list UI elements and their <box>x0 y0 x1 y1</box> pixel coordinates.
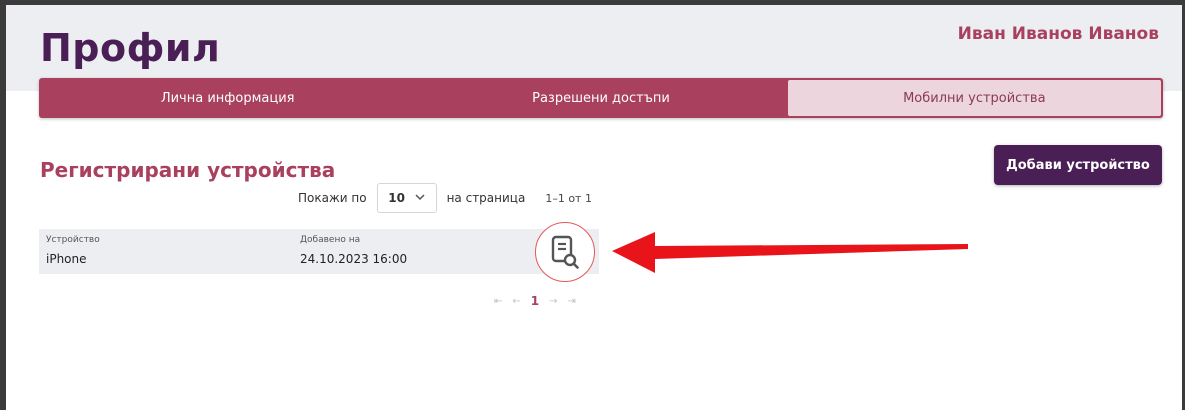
added-value: 24.10.2023 16:00 <box>300 252 408 266</box>
user-name[interactable]: Иван Иванов Иванов <box>958 24 1159 44</box>
chevron-down-icon <box>415 193 425 204</box>
page-range: 1–1 от 1 <box>545 191 592 205</box>
section-title: Регистрирани устройства <box>40 158 336 182</box>
device-column-label: Устройство <box>46 235 100 245</box>
red-arrow-icon <box>612 232 968 273</box>
show-per-page-label: Покажи по <box>298 191 367 205</box>
table-row: Устройство iPhone Добавено на 24.10.2023… <box>39 229 599 274</box>
next-page-icon[interactable]: → <box>549 296 557 307</box>
device-value: iPhone <box>46 252 87 266</box>
tab-bar: Лична информация Разрешени достъпи Мобил… <box>39 78 1163 118</box>
first-page-icon[interactable]: ⇤ <box>494 296 502 307</box>
tab-personal-info[interactable]: Лична информация <box>41 80 414 116</box>
added-cell: Добавено на 24.10.2023 16:00 <box>300 235 407 266</box>
last-page-icon[interactable]: ⇥ <box>568 296 576 307</box>
view-device-button[interactable] <box>535 222 595 282</box>
current-page[interactable]: 1 <box>531 294 539 308</box>
add-device-button[interactable]: Добави устройство <box>994 145 1162 185</box>
prev-page-icon[interactable]: ← <box>512 296 520 307</box>
per-page-select[interactable]: 10 <box>376 183 437 213</box>
tab-mobile-devices[interactable]: Мобилни устройства <box>787 80 1161 116</box>
per-page-value: 10 <box>388 191 405 205</box>
per-page-suffix: на страница <box>446 191 526 205</box>
tab-permitted-access[interactable]: Разрешени достъпи <box>414 80 787 116</box>
pagination-top: Покажи по 10 на страница 1–1 от 1 <box>298 183 592 213</box>
added-column-label: Добавено на <box>300 235 361 245</box>
pagination-bottom: ⇤ ← 1 → ⇥ <box>494 292 576 310</box>
page-title: Профил <box>40 26 221 70</box>
device-cell: Устройство iPhone <box>46 235 100 266</box>
document-search-icon <box>551 235 579 269</box>
